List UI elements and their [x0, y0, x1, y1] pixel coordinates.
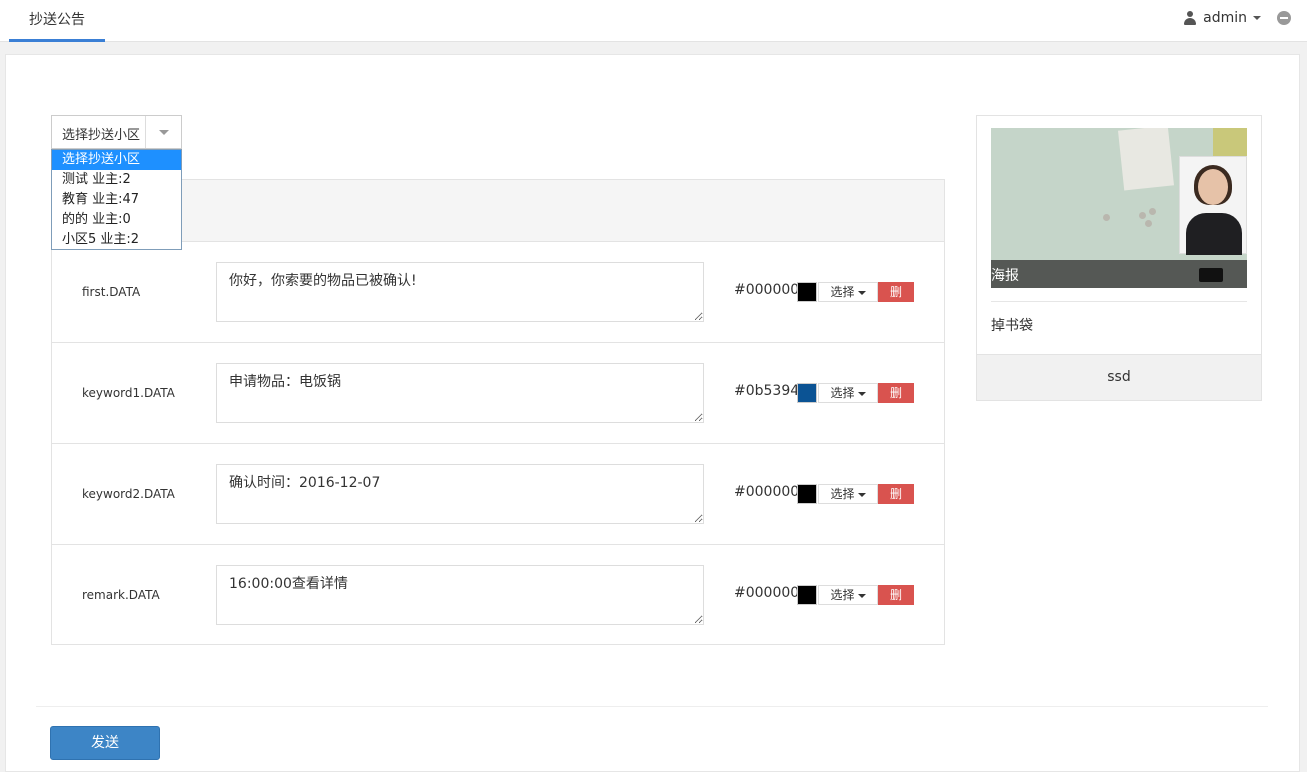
color-select-button[interactable]: 选择: [818, 383, 878, 403]
card-title: 掉书袋: [991, 318, 1033, 334]
dropdown-option[interactable]: 小区5 业主:2: [52, 230, 181, 250]
table-row: remark.DATA 16:00:00查看详情 #000000 选择 删: [52, 545, 944, 646]
paper-graphic: [1213, 128, 1247, 156]
color-swatch: [797, 585, 817, 605]
coin-graphic: [1149, 208, 1156, 215]
image-caption: 海报: [991, 268, 1019, 284]
delete-button[interactable]: 删: [878, 484, 914, 504]
poster-image: 海报: [991, 128, 1247, 288]
newspaper-graphic: [1118, 128, 1174, 191]
field-value-input[interactable]: 确认时间：2016-12-07: [216, 464, 704, 524]
color-swatch: [797, 484, 817, 504]
coin-graphic: [1103, 214, 1110, 221]
community-select-value: 选择抄送小区: [62, 128, 141, 143]
user-name: admin: [1203, 10, 1247, 26]
card-footer: ssd: [977, 354, 1261, 400]
field-color-hex: #000000: [734, 484, 800, 500]
color-select-button[interactable]: 选择: [818, 282, 878, 302]
table-row: keyword1.DATA 申请物品：电饭锅 #0b5394 选择 删: [52, 343, 944, 444]
table-row: first.DATA 你好，你索要的物品已被确认! #000000 选择 删: [52, 242, 944, 343]
field-color-hex: #000000: [734, 585, 800, 601]
color-select-label: 选择: [830, 487, 855, 501]
field-color-hex: #0b5394: [734, 383, 800, 399]
table-row: keyword2.DATA 确认时间：2016-12-07 #000000 选择…: [52, 444, 944, 545]
color-select-label: 选择: [830, 588, 855, 602]
field-key: first.DATA: [82, 285, 141, 299]
dropdown-arrow-icon[interactable]: [145, 116, 181, 148]
color-select-button[interactable]: 选择: [818, 585, 878, 605]
color-swatch: [797, 383, 817, 403]
color-swatch: [797, 282, 817, 302]
table-header: [52, 180, 944, 242]
tab-cc-announcement[interactable]: 抄送公告: [9, 0, 105, 42]
field-value-input[interactable]: 你好，你索要的物品已被确认!: [216, 262, 704, 322]
dropdown-option[interactable]: 的的 业主:0: [52, 210, 181, 230]
color-select-button[interactable]: 选择: [818, 484, 878, 504]
chevron-down-icon: [857, 593, 866, 598]
chevron-down-icon: [857, 290, 866, 295]
portrait-face: [1198, 169, 1228, 205]
community-dropdown-list: 选择抄送小区 测试 业主:2 教育 业主:47 的的 业主:0 小区5 业主:2: [51, 149, 182, 250]
card-divider: [991, 301, 1247, 302]
chevron-down-icon: [857, 391, 866, 396]
template-fields-table: first.DATA 你好，你索要的物品已被确认! #000000 选择 删 k…: [51, 179, 945, 645]
chevron-down-icon: [1253, 16, 1261, 20]
image-caption-band: 海报: [991, 260, 1247, 288]
logout-icon[interactable]: [1277, 11, 1291, 25]
field-value-input[interactable]: 申请物品：电饭锅: [216, 363, 704, 423]
field-color-hex: #000000: [734, 282, 800, 298]
user-icon: [1183, 11, 1197, 25]
field-key: keyword2.DATA: [82, 487, 175, 501]
coin-graphic: [1139, 212, 1146, 219]
chevron-down-icon: [857, 492, 866, 497]
field-key: remark.DATA: [82, 588, 160, 602]
portrait-photo: [1179, 156, 1247, 255]
tab-label: 抄送公告: [29, 12, 85, 28]
user-menu[interactable]: admin: [1183, 8, 1261, 28]
dropdown-option[interactable]: 教育 业主:47: [52, 190, 181, 210]
delete-button[interactable]: 删: [878, 585, 914, 605]
top-bar: 抄送公告 admin: [0, 0, 1307, 42]
send-button[interactable]: 发送: [50, 726, 160, 760]
portrait-body: [1186, 213, 1242, 255]
field-key: keyword1.DATA: [82, 386, 175, 400]
delete-button[interactable]: 删: [878, 282, 914, 302]
community-select[interactable]: 选择抄送小区: [51, 115, 182, 149]
field-value-input[interactable]: 16:00:00查看详情: [216, 565, 704, 625]
footer-divider: [36, 706, 1268, 707]
color-select-label: 选择: [830, 285, 855, 299]
object-graphic: [1199, 268, 1223, 282]
dropdown-option[interactable]: 选择抄送小区: [52, 150, 181, 170]
dropdown-option[interactable]: 测试 业主:2: [52, 170, 181, 190]
coin-graphic: [1145, 220, 1152, 227]
preview-card[interactable]: 海报 掉书袋 ssd: [976, 115, 1262, 401]
delete-button[interactable]: 删: [878, 383, 914, 403]
color-select-label: 选择: [830, 386, 855, 400]
